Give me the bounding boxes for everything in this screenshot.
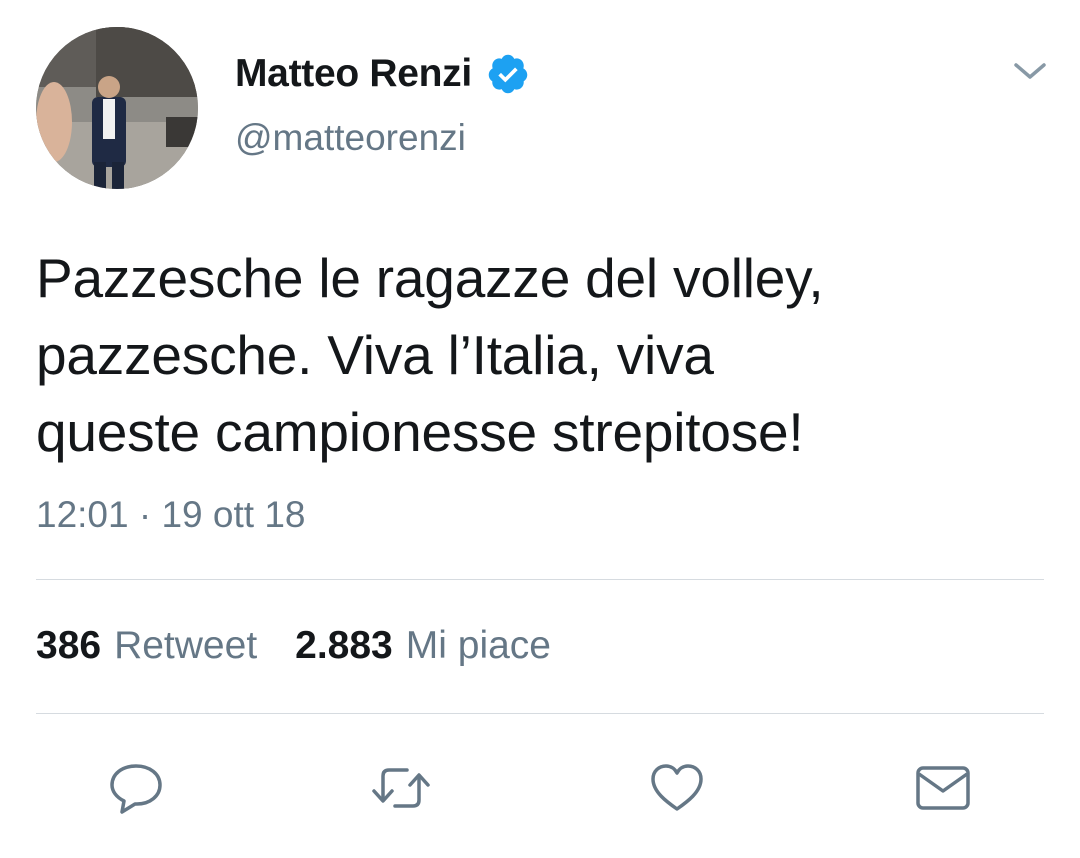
reply-button[interactable] [106,760,166,816]
chevron-down-icon[interactable] [1008,56,1052,86]
likes-stat[interactable]: 2.883 Mi piace [295,624,551,668]
likes-label: Mi piace [405,624,551,667]
avatar-photo [36,27,198,189]
retweet-arrows-icon [372,768,430,808]
heart-icon [651,764,703,811]
tweet-text: Pazzesche le ragazze del volley, pazzesc… [36,240,1036,471]
envelope-icon [916,766,970,810]
display-name-row[interactable]: Matteo Renzi [235,52,530,96]
divider [36,579,1044,580]
tweet-text-line: Pazzesche le ragazze del volley, [36,247,824,309]
tweet-text-line: pazzesche. Viva l’Italia, viva [36,324,714,386]
like-button[interactable] [647,760,707,816]
comment-bubble-icon [110,764,162,814]
display-name[interactable]: Matteo Renzi [235,52,472,96]
likes-count: 2.883 [295,624,393,667]
divider [36,713,1044,714]
retweets-stat[interactable]: 386 Retweet [36,624,257,668]
retweet-button[interactable] [371,760,431,816]
verified-badge-icon [486,52,530,96]
retweets-label: Retweet [114,624,258,667]
avatar[interactable] [36,27,198,189]
tweet-timestamp[interactable]: 12:01 · 19 ott 18 [36,494,305,536]
engagement-stats: 386 Retweet 2.883 Mi piace [36,624,589,668]
retweets-count: 386 [36,624,102,667]
direct-message-button[interactable] [913,760,973,816]
tweet-text-line: queste campionesse strepitose! [36,401,804,463]
tweet-card: Matteo Renzi @matteorenzi Pazzesche le r… [0,0,1080,858]
user-handle[interactable]: @matteorenzi [235,117,466,159]
